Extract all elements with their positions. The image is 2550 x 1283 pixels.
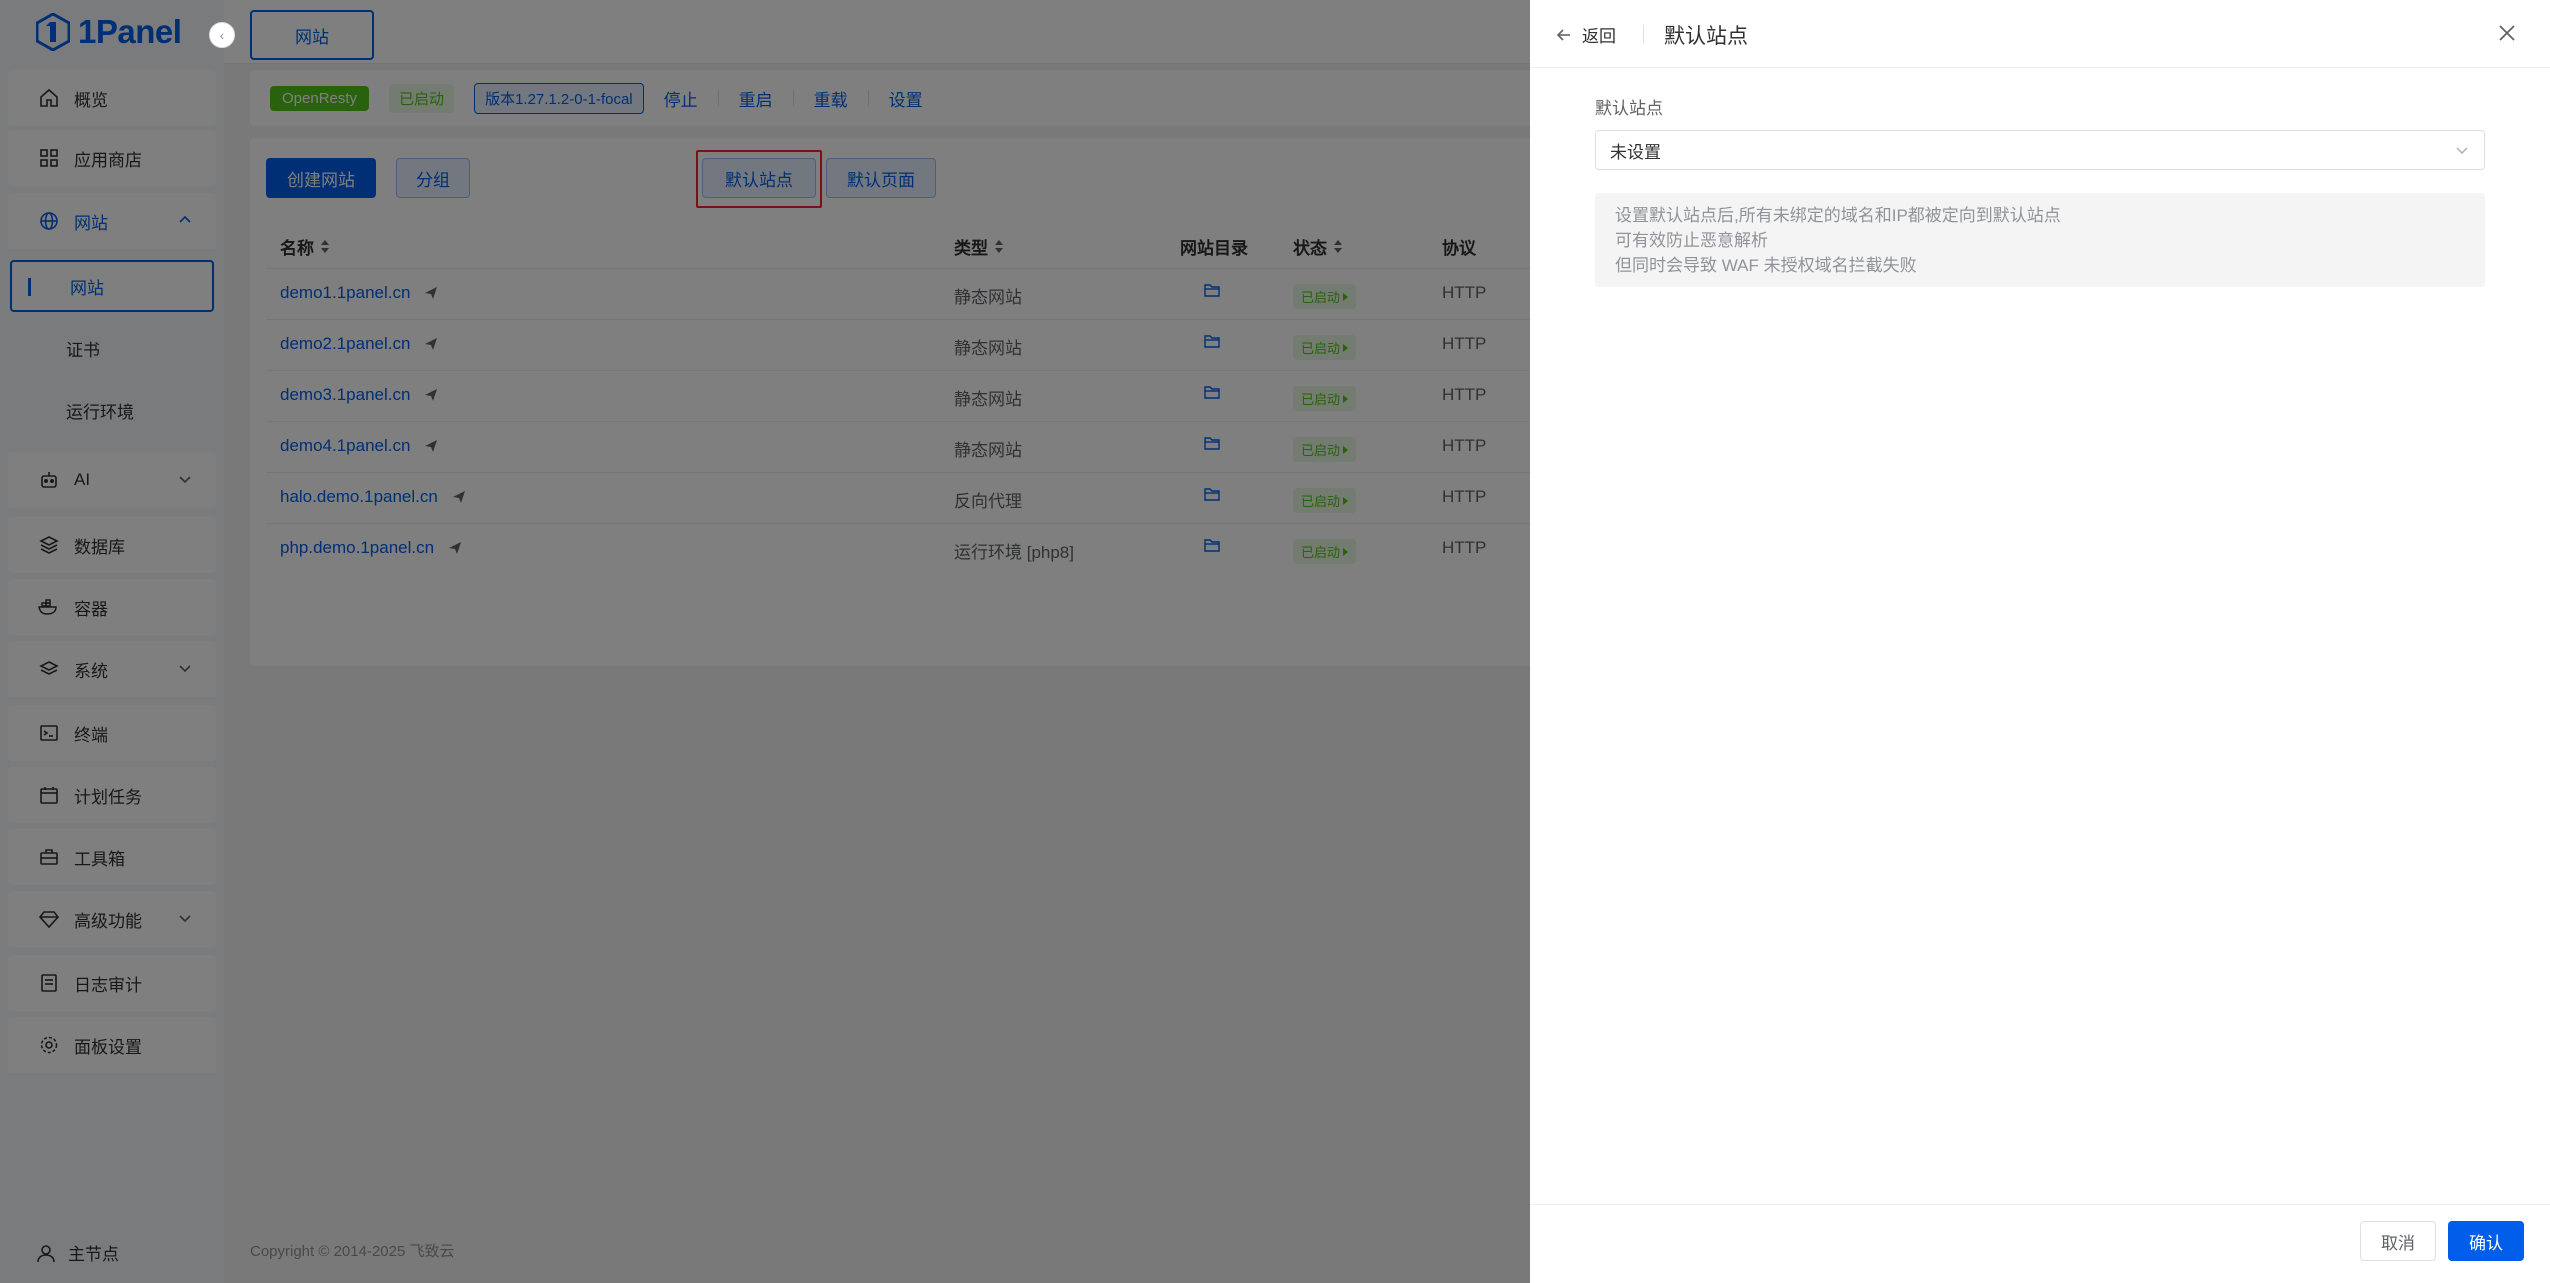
chevron-down-icon xyxy=(2456,147,2468,154)
notice-line: 可有效防止恶意解析 xyxy=(1615,231,1768,250)
default-site-notice: 设置默认站点后,所有未绑定的域名和IP都被定向到默认站点 可有效防止恶意解析 但… xyxy=(1595,193,2485,287)
default-site-label: 默认站点 xyxy=(1595,99,1663,118)
divider xyxy=(1643,25,1644,43)
arrow-left-icon xyxy=(1556,28,1570,41)
default-site-select[interactable]: 未设置 xyxy=(1595,130,2485,170)
default-site-drawer: 返回 默认站点 默认站点 未设置 设置默认站点后,所有未绑定的域名和IP都被定向… xyxy=(1530,0,2550,1283)
drawer-header: 返回 默认站点 xyxy=(1530,0,2550,68)
cancel-button[interactable]: 取消 xyxy=(2360,1221,2436,1261)
select-value: 未设置 xyxy=(1610,142,1661,162)
close-icon[interactable] xyxy=(2496,22,2518,44)
notice-line: 设置默认站点后,所有未绑定的域名和IP都被定向到默认站点 xyxy=(1615,206,2061,225)
notice-line: 但同时会导致 WAF 未授权域名拦截失败 xyxy=(1615,256,1917,275)
collapse-sidebar-button[interactable]: ‹ xyxy=(209,22,235,48)
chevron-left-icon: ‹ xyxy=(219,27,225,43)
drawer-footer: 取消 确认 xyxy=(1530,1204,2550,1283)
back-button[interactable]: 返回 xyxy=(1556,22,1616,47)
drawer-title: 默认站点 xyxy=(1664,25,1748,48)
back-label: 返回 xyxy=(1582,27,1616,46)
confirm-button[interactable]: 确认 xyxy=(2448,1221,2524,1261)
